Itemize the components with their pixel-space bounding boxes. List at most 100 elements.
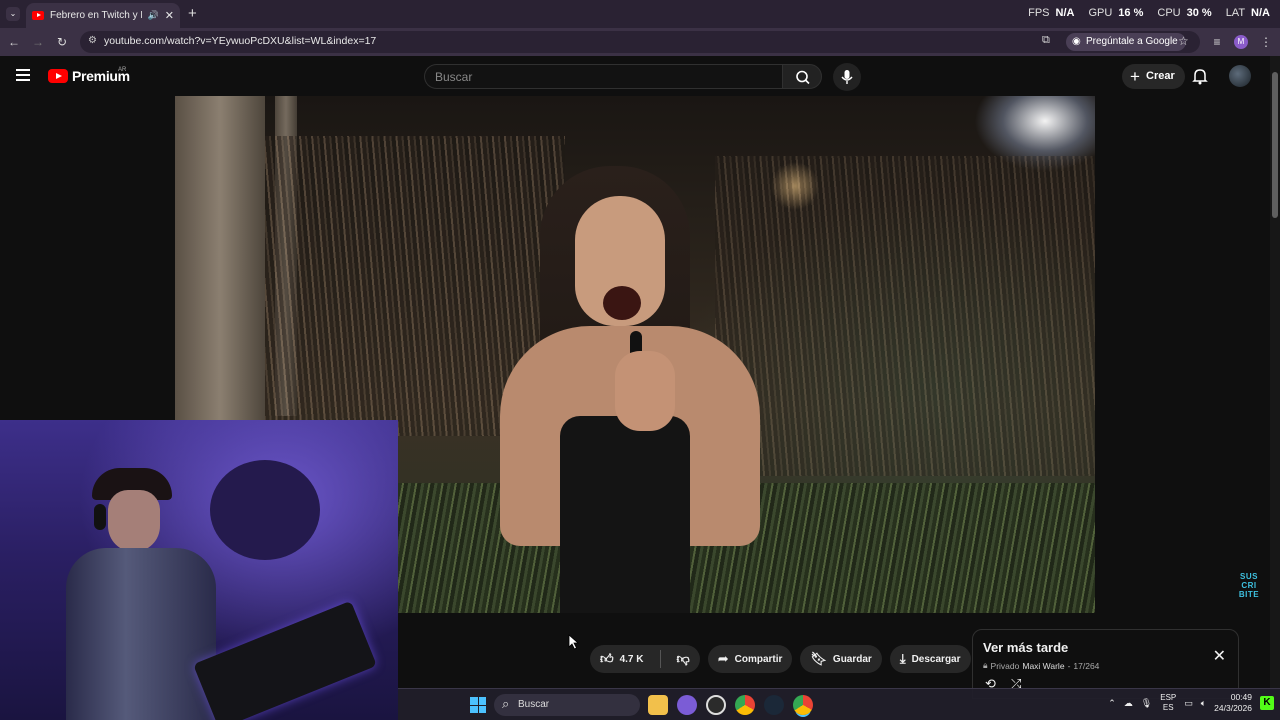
- playlist-position: 17/264: [1073, 660, 1100, 671]
- playlist-title[interactable]: Ver más tarde: [983, 640, 1068, 655]
- region-code: AR: [118, 67, 127, 73]
- app-icon-circle[interactable]: [706, 695, 726, 715]
- bookmark-star-icon[interactable]: ☆: [1178, 34, 1189, 48]
- scrollbar-thumb[interactable]: [1272, 72, 1278, 218]
- lang-bottom: ES: [1162, 703, 1174, 712]
- like-divider: [659, 650, 661, 668]
- room-shadow: [210, 460, 320, 560]
- browser-menu-icon[interactable]: ⋮: [1256, 28, 1276, 56]
- clock-date: 24/3/2026: [1214, 703, 1252, 713]
- kick-notification-badge[interactable]: K: [1260, 696, 1274, 710]
- hand: [615, 351, 675, 431]
- search-icon: [796, 70, 810, 85]
- search-input[interactable]: Buscar: [424, 64, 782, 89]
- streamer-shirt: [66, 548, 216, 720]
- fps-stat: FPS N/A: [1028, 7, 1075, 19]
- browser-toolbar: ← → ↻ ⚙ youtube.com/watch?v=YEywuoPcDXU&…: [0, 28, 1280, 56]
- youtube-favicon-icon: [32, 11, 44, 20]
- lens-icon: ◉: [1072, 36, 1081, 47]
- bell-icon: [1192, 69, 1208, 85]
- like-dislike-group: 👍︎ 4.7 K 👎︎: [590, 645, 700, 673]
- taskbar-search[interactable]: Buscar: [494, 694, 640, 716]
- reload-button[interactable]: ↻: [52, 28, 72, 56]
- lat-stat: LAT N/A: [1225, 7, 1270, 19]
- voice-search-button[interactable]: [833, 63, 861, 91]
- open-mouth: [603, 286, 641, 320]
- badge-line-3: BITE: [1238, 590, 1260, 599]
- chrome-active-icon[interactable]: [793, 695, 813, 715]
- black-top: [560, 416, 690, 613]
- cpu-stat: CPU 30 %: [1157, 7, 1212, 19]
- file-explorer-icon[interactable]: [648, 695, 668, 715]
- thumbs-down-icon: 👎︎: [676, 651, 690, 666]
- streamer-webcam: [0, 420, 398, 720]
- gpu-stat: GPU 16 %: [1088, 7, 1144, 19]
- tab-search-button[interactable]: ⌄: [6, 7, 20, 21]
- windows-taskbar: Buscar ⌃ ☁ 🎙︎ ESP ES ▭ 🔈︎ 00:49 24/3/202…: [398, 688, 1280, 720]
- address-bar[interactable]: ⚙ youtube.com/watch?v=YEywuoPcDXU&list=W…: [80, 31, 1200, 53]
- playlist-privacy: Privado: [990, 660, 1020, 671]
- download-button[interactable]: ⤓ Descargar: [889, 645, 971, 673]
- badge-line-1: SUS: [1240, 572, 1258, 581]
- ask-google-button[interactable]: ◉ Pregúntale a Google: [1066, 33, 1186, 51]
- chrome-icon[interactable]: [735, 695, 755, 715]
- youtube-header: Premium AR Buscar Crear: [0, 56, 1270, 96]
- clock-time: 00:49: [1230, 692, 1252, 702]
- onedrive-icon[interactable]: ☁: [1124, 698, 1133, 709]
- save-label: Guardar: [832, 653, 872, 665]
- forward-button[interactable]: →: [28, 28, 48, 56]
- language-indicator[interactable]: ESP ES: [1160, 693, 1176, 713]
- steam-icon[interactable]: [764, 695, 784, 715]
- create-button[interactable]: Crear: [1122, 64, 1185, 89]
- meta-separator: -: [1067, 660, 1071, 671]
- audio-playing-icon[interactable]: 🔊: [148, 10, 159, 21]
- tab-title: Febrero en Twitch y Kick Ar: [50, 10, 142, 21]
- microphone-icon: [841, 70, 853, 84]
- tray-mic-icon[interactable]: 🎙︎: [1141, 698, 1152, 709]
- lock-icon: 🔒︎: [983, 660, 988, 670]
- download-icon: ⤓: [899, 651, 906, 666]
- close-icon[interactable]: ✕: [1213, 646, 1226, 666]
- notifications-button[interactable]: [1190, 66, 1210, 86]
- clock[interactable]: 00:49 24/3/2026: [1214, 692, 1252, 714]
- mouse-cursor-icon: [568, 634, 580, 650]
- network-icon[interactable]: ▭: [1184, 698, 1193, 709]
- windows-start-button[interactable]: [470, 697, 486, 713]
- tab-close-icon[interactable]: ✕: [165, 9, 174, 22]
- active-tab[interactable]: Febrero en Twitch y Kick Ar 🔊 ✕: [26, 3, 180, 28]
- performance-overlay: FPS N/A GPU 16 % CPU 30 % LAT N/A: [1028, 7, 1270, 19]
- ask-google-label: Pregúntale a Google: [1086, 36, 1178, 47]
- tree-trunk: [175, 96, 265, 426]
- back-button[interactable]: ←: [4, 28, 24, 56]
- system-tray: ⌃ ☁ 🎙︎ ESP ES ▭ 🔈︎ 00:49 24/3/2026 K: [1108, 692, 1274, 714]
- hamburger-menu-icon[interactable]: [16, 69, 30, 81]
- site-info-icon[interactable]: ⚙: [88, 35, 97, 46]
- volume-icon[interactable]: 🔈︎: [1201, 698, 1206, 709]
- cast-icon[interactable]: ⧉: [1042, 34, 1050, 47]
- streamer-face: [108, 490, 160, 552]
- lang-top: ESP: [1160, 693, 1177, 702]
- media-controls-icon[interactable]: ≡: [1207, 28, 1227, 56]
- search-button[interactable]: [782, 64, 822, 89]
- keyboard: [193, 600, 377, 720]
- save-button[interactable]: 🔖︎ Guardar: [800, 645, 882, 673]
- playlist-owner[interactable]: Maxi Warle: [1022, 661, 1064, 671]
- tray-overflow-icon[interactable]: ⌃: [1108, 698, 1116, 709]
- profile-avatar[interactable]: M: [1234, 35, 1248, 49]
- bookmark-icon: 🔖︎: [810, 651, 827, 666]
- youtube-logo-icon: [48, 69, 68, 83]
- app-icon-purple[interactable]: [677, 695, 697, 715]
- playlist-meta: 🔒︎ Privado Maxi Warle - 17/264: [983, 660, 1099, 671]
- url-text[interactable]: youtube.com/watch?v=YEywuoPcDXU&list=WL&…: [104, 35, 376, 47]
- download-label: Descargar: [911, 653, 961, 665]
- share-icon: ➦: [717, 651, 729, 666]
- like-count: 4.7 K: [619, 653, 644, 665]
- like-button[interactable]: 👍︎ 4.7 K: [590, 645, 654, 673]
- account-avatar[interactable]: [1229, 65, 1251, 87]
- share-button[interactable]: ➦ Compartir: [707, 645, 793, 673]
- subscribe-badge: SUS CRI BITE: [1234, 572, 1264, 599]
- new-tab-button[interactable]: +: [188, 5, 197, 22]
- thumbs-up-icon: 👍︎: [600, 651, 614, 666]
- dislike-button[interactable]: 👎︎: [667, 645, 700, 673]
- video-actions: 👍︎ 4.7 K 👎︎ ➦ Compartir 🔖︎ Guardar ⤓ Des…: [590, 645, 1007, 673]
